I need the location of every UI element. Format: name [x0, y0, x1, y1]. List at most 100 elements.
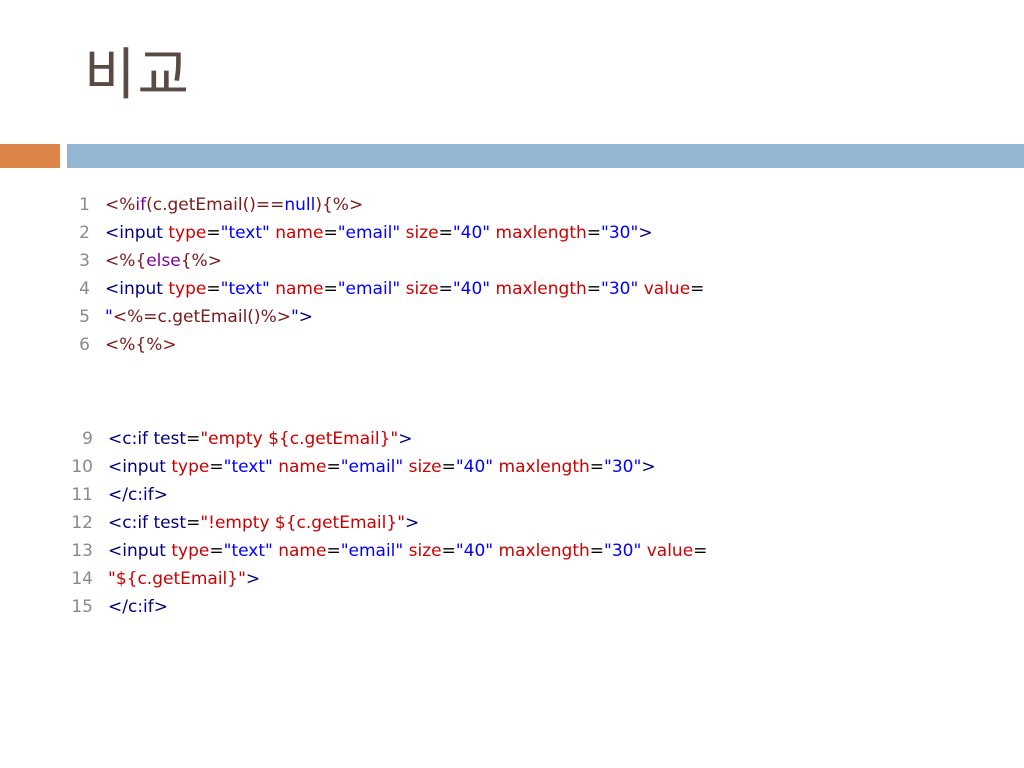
line-number: 4: [79, 279, 90, 299]
code-line: 9 <c:if test="empty ${c.getEmail}">: [60, 425, 707, 453]
code-token: =: [209, 457, 224, 477]
code-token: "30": [601, 279, 639, 299]
code-token: >: [641, 457, 656, 477]
code-token: >: [298, 307, 314, 327]
code-token: name: [272, 541, 327, 561]
code-token: "${c.getEmail}": [108, 569, 246, 589]
line-number: 12: [71, 513, 93, 533]
line-number: 2: [79, 223, 90, 243]
code-token: =: [438, 279, 453, 299]
code-line: 2 <input type="text" name="email" size="4…: [60, 219, 704, 247]
code-text: "<%=c.getEmail()%>">: [105, 303, 313, 331]
code-text: <%if(c.getEmail()==null){%>: [105, 191, 363, 219]
code-token: =: [326, 457, 341, 477]
code-token: <input: [105, 279, 169, 299]
code-token: value: [641, 541, 694, 561]
code-token: <%=c.getEmail()%>: [112, 307, 291, 327]
code-token: size: [403, 541, 442, 561]
code-token: "email": [340, 541, 404, 561]
code-token: size: [400, 223, 439, 243]
code-token: <c:if: [108, 513, 154, 533]
code-line: 15 </c:if>: [60, 593, 707, 621]
code-token: <%{: [105, 251, 147, 271]
line-number: 1: [79, 195, 90, 215]
code-token: "30": [601, 223, 639, 243]
code-token: "40": [452, 223, 491, 243]
code-line: 13 <input type="text" name="email" size="…: [60, 537, 707, 565]
code-line: 3 <%{else{%>: [60, 247, 704, 275]
slide-title: 비교: [84, 43, 192, 108]
code-token: =: [326, 541, 341, 561]
code-line: 1 <%if(c.getEmail()==null){%>: [60, 191, 704, 219]
code-token: if: [135, 195, 147, 215]
code-token: <input: [108, 457, 172, 477]
code-token: =: [209, 541, 224, 561]
code-token: <input: [105, 223, 169, 243]
code-token: "email": [340, 457, 404, 477]
code-token: maxlength: [490, 279, 587, 299]
code-token: =: [441, 457, 456, 477]
code-token: "email": [337, 279, 401, 299]
code-token: =: [441, 541, 456, 561]
code-line: 6 <%{%>: [60, 331, 704, 359]
code-token: "email": [337, 223, 401, 243]
code-block-scriptlet: 1 <%if(c.getEmail()==null){%> 2 <input type…: [60, 191, 704, 359]
code-text: <input type="text" name="email" size="40…: [105, 275, 704, 303]
code-token: =: [186, 429, 201, 449]
accent-bar: [0, 144, 60, 168]
code-token: "40": [452, 279, 491, 299]
code-token: type: [171, 457, 210, 477]
code-token: =: [690, 279, 705, 299]
code-token: </c:if>: [108, 597, 168, 617]
code-token: maxlength: [493, 457, 590, 477]
code-token: name: [269, 223, 324, 243]
code-token: (c.getEmail()==: [146, 195, 285, 215]
code-token: "30": [604, 457, 642, 477]
code-token: <%: [105, 195, 136, 215]
code-text: <input type="text" name="email" size="40…: [105, 219, 653, 247]
code-token: type: [168, 279, 207, 299]
code-token: <c:if: [108, 429, 154, 449]
code-text: <input type="text" name="email" size="40…: [108, 537, 707, 565]
line-number: 10: [71, 457, 93, 477]
code-token: "30": [604, 541, 642, 561]
line-number: 14: [71, 569, 93, 589]
code-token: "empty ${c.getEmail}": [200, 429, 399, 449]
line-number: 5: [79, 307, 90, 327]
code-token: >: [245, 569, 261, 589]
code-token: "40": [455, 457, 494, 477]
code-text: <%{else{%>: [105, 247, 222, 275]
code-text: <%{%>: [105, 331, 177, 359]
code-token: name: [272, 457, 327, 477]
line-number: 3: [79, 251, 90, 271]
code-token: =: [586, 223, 602, 243]
code-line: 11 </c:if>: [60, 481, 707, 509]
code-line: 4 <input type="text" name="email" size="4…: [60, 275, 704, 303]
code-token: =: [206, 223, 221, 243]
line-number: 15: [71, 597, 93, 617]
code-line: 5 "<%=c.getEmail()%>">: [60, 303, 704, 331]
code-token: "text": [220, 223, 270, 243]
code-token: =: [589, 541, 605, 561]
code-token: ){%>: [315, 195, 364, 215]
code-token: {%>: [180, 251, 222, 271]
code-token: "40": [455, 541, 494, 561]
code-line: 10 <input type="text" name="email" size="…: [60, 453, 707, 481]
code-token: <input: [108, 541, 172, 561]
code-text: "${c.getEmail}">: [108, 565, 260, 593]
code-token: value: [638, 279, 691, 299]
code-token: type: [171, 541, 210, 561]
code-text: </c:if>: [108, 481, 168, 509]
code-token: test: [153, 513, 187, 533]
line-number: 6: [79, 335, 90, 355]
code-line: 12 <c:if test="!empty ${c.getEmail}">: [60, 509, 707, 537]
code-token: "text": [220, 279, 270, 299]
code-token: ": [105, 307, 113, 327]
code-token: =: [438, 223, 453, 243]
code-token: maxlength: [493, 541, 590, 561]
code-token: >: [638, 223, 653, 243]
line-number: 11: [71, 485, 93, 505]
code-token: type: [168, 223, 207, 243]
code-token: name: [269, 279, 324, 299]
code-text: <input type="text" name="email" size="40…: [108, 453, 656, 481]
